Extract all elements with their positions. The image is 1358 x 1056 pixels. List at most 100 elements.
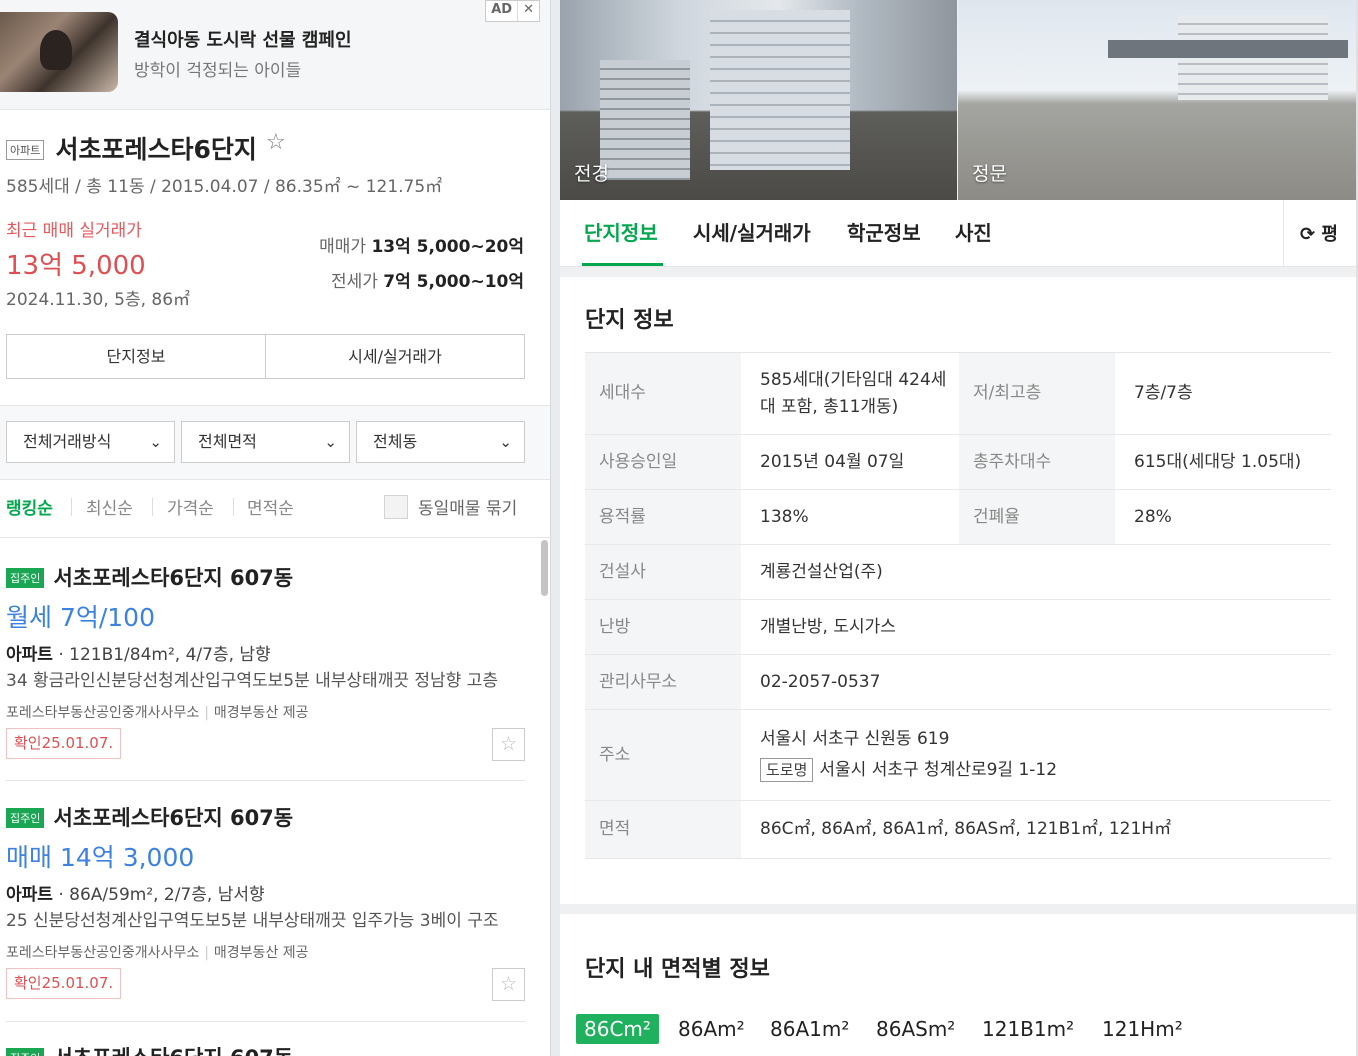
sale-price-label: 매매가 bbox=[319, 237, 367, 257]
heating-value: 개별난방, 도시가스 bbox=[741, 599, 1331, 655]
recent-price-label: 최근 매매 실거래가 bbox=[6, 221, 142, 241]
building-coverage-key: 건폐율 bbox=[959, 489, 1115, 545]
complex-info-card: 단지 정보 세대수 585세대(기타임대 424세대 포함, 총11개동) 저/… bbox=[560, 277, 1358, 904]
area-tab-86c[interactable]: 86Cm² bbox=[576, 1014, 659, 1044]
group-same-listing-label[interactable]: 동일매물 묶기 bbox=[418, 494, 517, 519]
owner-badge: 집주인 bbox=[6, 1047, 45, 1056]
jeonse-price-label: 전세가 bbox=[330, 272, 378, 292]
agent-divider: | bbox=[204, 945, 209, 961]
households-value: 585세대(기타임대 424세대 포함, 총11개동) bbox=[741, 352, 959, 435]
complex-info-title: 단지 정보 bbox=[585, 308, 674, 333]
area-tab-86as[interactable]: 86ASm² bbox=[876, 1017, 955, 1041]
filter-bar: 전체거래방식 ⌄ 전체면적 ⌄ 전체동 ⌄ bbox=[0, 405, 550, 480]
trade-type-value: 전체거래방식 bbox=[23, 432, 112, 451]
provider-name: 매경부동산 제공 bbox=[213, 705, 309, 721]
property-header: 아파트 서초포레스타6단지 ☆ bbox=[6, 130, 536, 166]
photo-label: 전경 bbox=[574, 163, 609, 185]
panel-divider[interactable] bbox=[550, 0, 560, 1056]
area-tab-121h[interactable]: 121Hm² bbox=[1102, 1017, 1183, 1041]
table-row: 관리사무소 02-2057-0537 bbox=[585, 654, 1331, 710]
table-row: 세대수 585세대(기타임대 424세대 포함, 총11개동) 저/최고층 7층… bbox=[585, 352, 1331, 435]
table-row: 건설사 계룡건설산업(주) bbox=[585, 544, 1331, 600]
owner-badge: 집주인 bbox=[6, 567, 45, 588]
road-address: 도로명 서울시 서초구 청계산로9길 1-12 bbox=[760, 757, 1331, 784]
tab-photos[interactable]: 사진 bbox=[955, 217, 992, 246]
building-image bbox=[600, 60, 690, 180]
listing-item[interactable]: 집주인 서초포레스타6단지 607동 매매 14억 3,000 아파트 · 86… bbox=[6, 802, 525, 1002]
listing-spec: 아파트 · 121B1/84m², 4/7층, 남향 bbox=[6, 640, 271, 665]
households-key: 세대수 bbox=[585, 352, 741, 435]
chevron-down-icon: ⌄ bbox=[499, 433, 512, 451]
floor-area-ratio-key: 용적률 bbox=[585, 489, 741, 545]
listing-title[interactable]: 서초포레스타6단지 607동 bbox=[53, 802, 293, 832]
ad-banner[interactable]: 결식아동 도시락 선물 캠페인 방학이 걱정되는 아이들 AD ✕ bbox=[0, 0, 550, 110]
tab-complex-info[interactable]: 단지정보 bbox=[584, 217, 658, 246]
sort-price[interactable]: 가격순 bbox=[167, 494, 214, 519]
listing-item[interactable]: 집주인 서초포레스타6단지 607동 월세 7억/100 아파트 · 121B1… bbox=[6, 562, 525, 762]
listing-price: 월세 7억/100 bbox=[6, 603, 155, 632]
sale-price-value: 13억 5,000~20억 bbox=[371, 237, 524, 257]
ad-thumbnail[interactable] bbox=[0, 12, 118, 92]
area-value: 86C㎡, 86A㎡, 86A1㎡, 86AS㎡, 121B1㎡, 121H㎡ bbox=[741, 800, 1331, 859]
listing-title[interactable]: 서초포레스타6단지 607동 bbox=[53, 562, 293, 592]
market-price-button[interactable]: 시세/실거래가 bbox=[265, 335, 524, 378]
property-type-tag: 아파트 bbox=[6, 139, 45, 160]
area-tab-121b1[interactable]: 121B1m² bbox=[982, 1017, 1074, 1041]
agent-name[interactable]: 포레스타부동산공인중개사사무소 bbox=[6, 705, 199, 721]
listing-divider bbox=[6, 1021, 525, 1022]
list-scrollbar[interactable] bbox=[541, 540, 548, 596]
jeonse-price-value: 7억 5,000~10억 bbox=[383, 272, 524, 292]
ad-title[interactable]: 결식아동 도시락 선물 캠페인 bbox=[134, 26, 352, 52]
floor-area-ratio-value: 138% bbox=[741, 489, 959, 545]
address-key: 주소 bbox=[585, 709, 741, 801]
confirm-date-tag: 확인25.01.07. bbox=[6, 968, 122, 999]
photo-main-gate[interactable]: 정문 bbox=[958, 0, 1358, 200]
left-panel: 결식아동 도시락 선물 캠페인 방학이 걱정되는 아이들 AD ✕ 아파트 서초… bbox=[0, 0, 550, 1056]
listing-type: 아파트 bbox=[6, 645, 53, 665]
listing-item[interactable]: 집주인 서초포레스타6단지 607동 bbox=[6, 1042, 525, 1056]
favorite-star-icon[interactable]: ☆ bbox=[266, 130, 286, 155]
ad-badge: AD ✕ bbox=[485, 0, 540, 22]
trade-type-select[interactable]: 전체거래방식 ⌄ bbox=[6, 421, 175, 463]
approval-date-value: 2015년 04월 07일 bbox=[741, 434, 959, 490]
agent-name[interactable]: 포레스타부동산공인중개사사무소 bbox=[6, 945, 199, 961]
area-info-card: 단지 내 면적별 정보 86Cm² 86Am² 86A1m² 86ASm² 12… bbox=[560, 914, 1358, 1056]
building-coverage-value: 28% bbox=[1115, 489, 1331, 545]
ad-close-icon[interactable]: ✕ bbox=[517, 1, 539, 21]
confirm-date-tag: 확인25.01.07. bbox=[6, 728, 122, 759]
area-tab-86a1[interactable]: 86A1m² bbox=[770, 1017, 849, 1041]
listing-price: 매매 14억 3,000 bbox=[6, 843, 195, 872]
sort-divider bbox=[233, 498, 234, 516]
favorite-star-icon[interactable]: ☆ bbox=[492, 968, 525, 1001]
parking-value: 615대(세대당 1.05대) bbox=[1115, 434, 1331, 490]
property-name: 서초포레스타6단지 bbox=[55, 135, 257, 164]
area-key: 면적 bbox=[585, 800, 741, 859]
sort-area[interactable]: 면적순 bbox=[247, 494, 294, 519]
recent-price-date: 2024.11.30, 5층, 86㎡ bbox=[6, 290, 191, 310]
builder-value: 계룡건설산업(주) bbox=[741, 544, 1331, 600]
group-same-listing-checkbox[interactable] bbox=[384, 495, 408, 519]
property-summary: 585세대 / 총 11동 / 2015.04.07 / 86.35㎡ ~ 12… bbox=[6, 177, 443, 197]
complex-info-button[interactable]: 단지정보 bbox=[7, 335, 265, 378]
building-value: 전체동 bbox=[373, 432, 418, 451]
area-tab-86a[interactable]: 86Am² bbox=[678, 1017, 745, 1041]
lot-address: 서울시 서초구 신원동 619 bbox=[760, 729, 950, 749]
agent-divider: | bbox=[204, 705, 209, 721]
photo-full-view[interactable]: 전경 bbox=[560, 0, 957, 200]
complex-info-table: 세대수 585세대(기타임대 424세대 포함, 총11개동) 저/최고층 7층… bbox=[585, 352, 1331, 859]
tab-market-price[interactable]: 시세/실거래가 bbox=[693, 217, 811, 246]
table-row: 난방 개별난방, 도시가스 bbox=[585, 599, 1331, 655]
sort-newest[interactable]: 최신순 bbox=[86, 494, 133, 519]
road-name-tag: 도로명 bbox=[760, 758, 814, 782]
ad-subtitle[interactable]: 방학이 걱정되는 아이들 bbox=[134, 56, 301, 81]
tab-school[interactable]: 학군정보 bbox=[847, 217, 921, 246]
favorite-star-icon[interactable]: ☆ bbox=[492, 728, 525, 761]
sort-divider bbox=[71, 498, 72, 516]
area-select[interactable]: 전체면적 ⌄ bbox=[181, 421, 350, 463]
listing-description: 25 신분당선청계산입구역도보5분 내부상태깨끗 입주가능 3베이 구조 bbox=[6, 911, 499, 931]
listing-title[interactable]: 서초포레스타6단지 607동 bbox=[53, 1042, 293, 1056]
building-select[interactable]: 전체동 ⌄ bbox=[356, 421, 525, 463]
area-unit-toggle-button[interactable]: ⟳ 평 bbox=[1283, 200, 1358, 267]
floors-value: 7층/7층 bbox=[1115, 352, 1331, 435]
sort-ranking[interactable]: 랭킹순 bbox=[6, 494, 53, 519]
